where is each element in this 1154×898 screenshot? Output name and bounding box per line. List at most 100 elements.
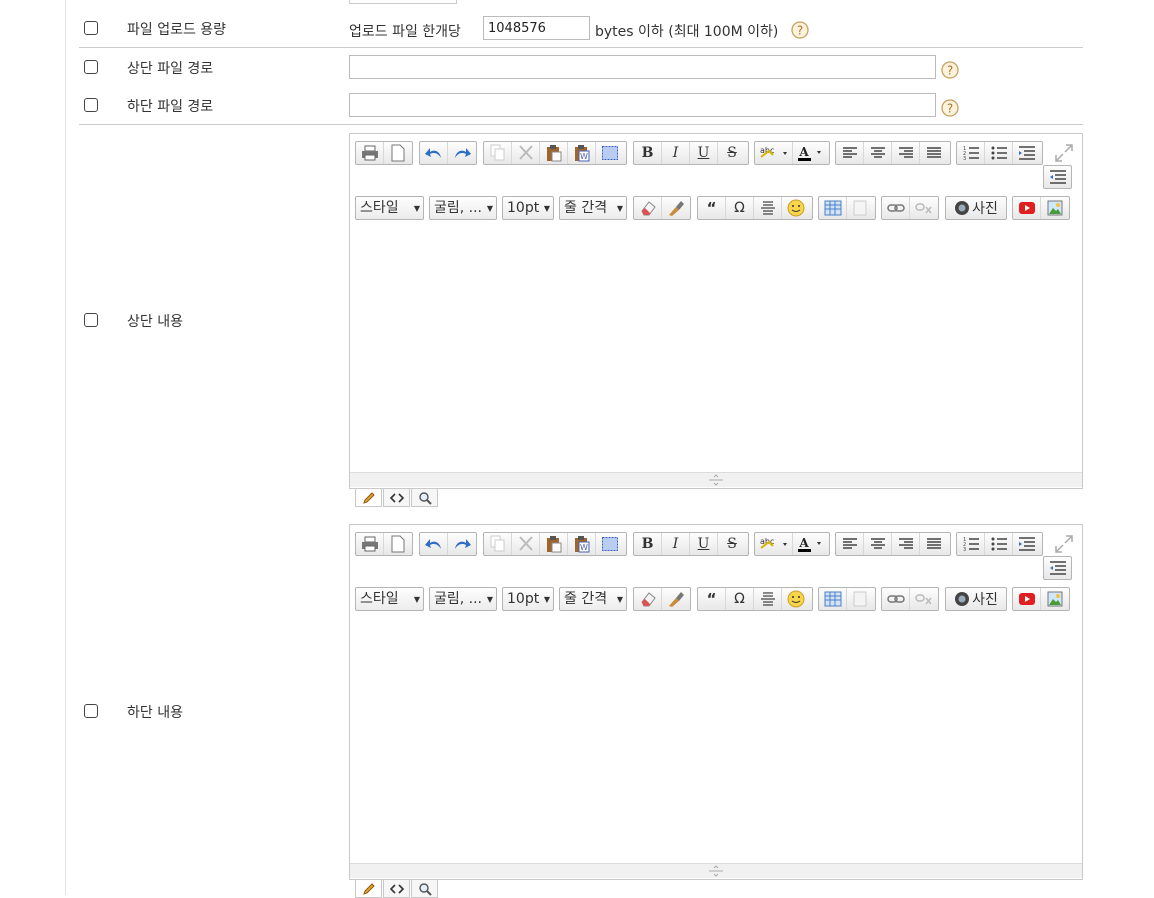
align-right-icon [898, 538, 913, 549]
select-all-button[interactable] [596, 142, 624, 164]
editor-resize-handle[interactable] [350, 472, 1082, 487]
font-color-icon: A [798, 145, 821, 161]
undo-icon [424, 148, 441, 158]
paste-word-button[interactable]: W [568, 533, 596, 555]
svg-text:?: ? [797, 24, 803, 38]
checkbox-upload-size[interactable] [84, 21, 98, 35]
align-right-button[interactable] [892, 142, 920, 164]
label-footer-path: 하단 파일 경로 [127, 99, 214, 115]
help-icon[interactable]: ? [791, 21, 809, 39]
svg-text:W: W [580, 152, 588, 161]
outdent-button[interactable] [1013, 533, 1041, 555]
redo-button[interactable] [448, 142, 476, 164]
strike-button[interactable]: S [718, 142, 746, 164]
align-center-button[interactable] [864, 142, 892, 164]
align-left-button[interactable] [836, 533, 864, 555]
help-icon[interactable]: ? [941, 61, 959, 79]
svg-text:?: ? [947, 102, 953, 116]
maximize-icon [1055, 144, 1073, 162]
bold-button[interactable]: B [634, 142, 662, 164]
checkbox-header-content[interactable] [84, 313, 98, 327]
tab-preview[interactable] [411, 489, 438, 507]
redo-button[interactable] [448, 533, 476, 555]
svg-text:W: W [580, 543, 588, 552]
new-page-button[interactable] [384, 142, 412, 164]
footer-path-input[interactable] [349, 93, 936, 117]
undo-button[interactable] [420, 142, 448, 164]
font-color-button[interactable]: A [793, 533, 829, 555]
tab-preview[interactable] [411, 880, 438, 898]
row-divider [79, 124, 1083, 125]
paste-button[interactable] [540, 142, 568, 164]
header-path-input[interactable] [349, 55, 936, 79]
unordered-list-icon [991, 537, 1007, 551]
checkbox-footer-path[interactable] [84, 98, 98, 112]
help-icon[interactable]: ? [941, 99, 959, 117]
align-justify-icon [927, 147, 941, 158]
underline-button[interactable]: U [690, 533, 718, 555]
toolbar-group-list: 123 [956, 532, 1043, 556]
unordered-list-button[interactable] [985, 142, 1013, 164]
paste-word-button[interactable]: W [568, 142, 596, 164]
copy-button[interactable] [484, 142, 512, 164]
toolbar-group-basic-style: B I U S [633, 141, 749, 165]
tab-wysiwyg[interactable] [355, 489, 382, 507]
indent-button[interactable] [1044, 557, 1071, 579]
font-color-icon: A [798, 536, 821, 552]
editor-toolbar: W B I U S abc A 123 스타일 ▼ 굴림, ... ▼ 10pt… [350, 134, 1082, 220]
font-color-button[interactable]: A [793, 142, 829, 164]
editor-content-area[interactable] [350, 595, 1082, 865]
tab-wysiwyg[interactable] [355, 880, 382, 898]
underline-button[interactable]: U [690, 142, 718, 164]
toolbar-group-indent [1043, 556, 1072, 580]
ordered-list-button[interactable]: 123 [957, 533, 985, 555]
redo-icon [455, 539, 471, 549]
align-justify-button[interactable] [920, 142, 948, 164]
strike-button[interactable]: S [718, 533, 746, 555]
cut-button[interactable] [512, 533, 540, 555]
indent-icon [1049, 561, 1066, 575]
spellcheck-button[interactable]: abc [755, 142, 793, 164]
ordered-list-button[interactable]: 123 [957, 142, 985, 164]
paste-button[interactable] [540, 533, 568, 555]
outdent-icon [1019, 146, 1035, 160]
copy-button[interactable] [484, 533, 512, 555]
align-center-button[interactable] [864, 533, 892, 555]
italic-button[interactable]: I [662, 142, 690, 164]
indent-button[interactable] [1044, 166, 1071, 188]
new-page-button[interactable] [384, 533, 412, 555]
unordered-list-button[interactable] [985, 533, 1013, 555]
editor-toolbar: W B I U S abc A 123 스타일 ▼ 굴림, ... ▼ 10pt… [350, 525, 1082, 611]
bold-button[interactable]: B [634, 533, 662, 555]
tab-html-source[interactable] [383, 880, 410, 898]
align-justify-button[interactable] [920, 533, 948, 555]
checkbox-header-path[interactable] [84, 60, 98, 74]
toolbar-group-basic-style: B I U S [633, 532, 749, 556]
upload-size-input[interactable] [483, 16, 590, 40]
paste-icon [546, 145, 561, 162]
editor-content-area[interactable] [350, 204, 1082, 474]
print-icon [361, 536, 378, 552]
outdent-button[interactable] [1013, 142, 1041, 164]
italic-button[interactable]: I [662, 533, 690, 555]
spellcheck-button[interactable]: abc [755, 533, 793, 555]
indent-icon [1049, 170, 1066, 184]
print-button[interactable] [356, 533, 384, 555]
ordered-list-icon: 123 [963, 537, 979, 552]
tab-html-source[interactable] [383, 489, 410, 507]
align-left-button[interactable] [836, 142, 864, 164]
code-icon [389, 492, 404, 503]
new-page-icon [391, 144, 405, 162]
undo-button[interactable] [420, 533, 448, 555]
editor-resize-handle[interactable] [350, 863, 1082, 878]
checkbox-footer-content[interactable] [84, 704, 98, 718]
print-button[interactable] [356, 142, 384, 164]
editor-mode-tabs [355, 880, 439, 898]
align-right-button[interactable] [892, 533, 920, 555]
select-all-button[interactable] [596, 533, 624, 555]
align-left-icon [842, 147, 857, 158]
maximize-button[interactable] [1053, 533, 1075, 555]
maximize-button[interactable] [1053, 142, 1075, 164]
undo-icon [424, 539, 441, 549]
cut-button[interactable] [512, 142, 540, 164]
